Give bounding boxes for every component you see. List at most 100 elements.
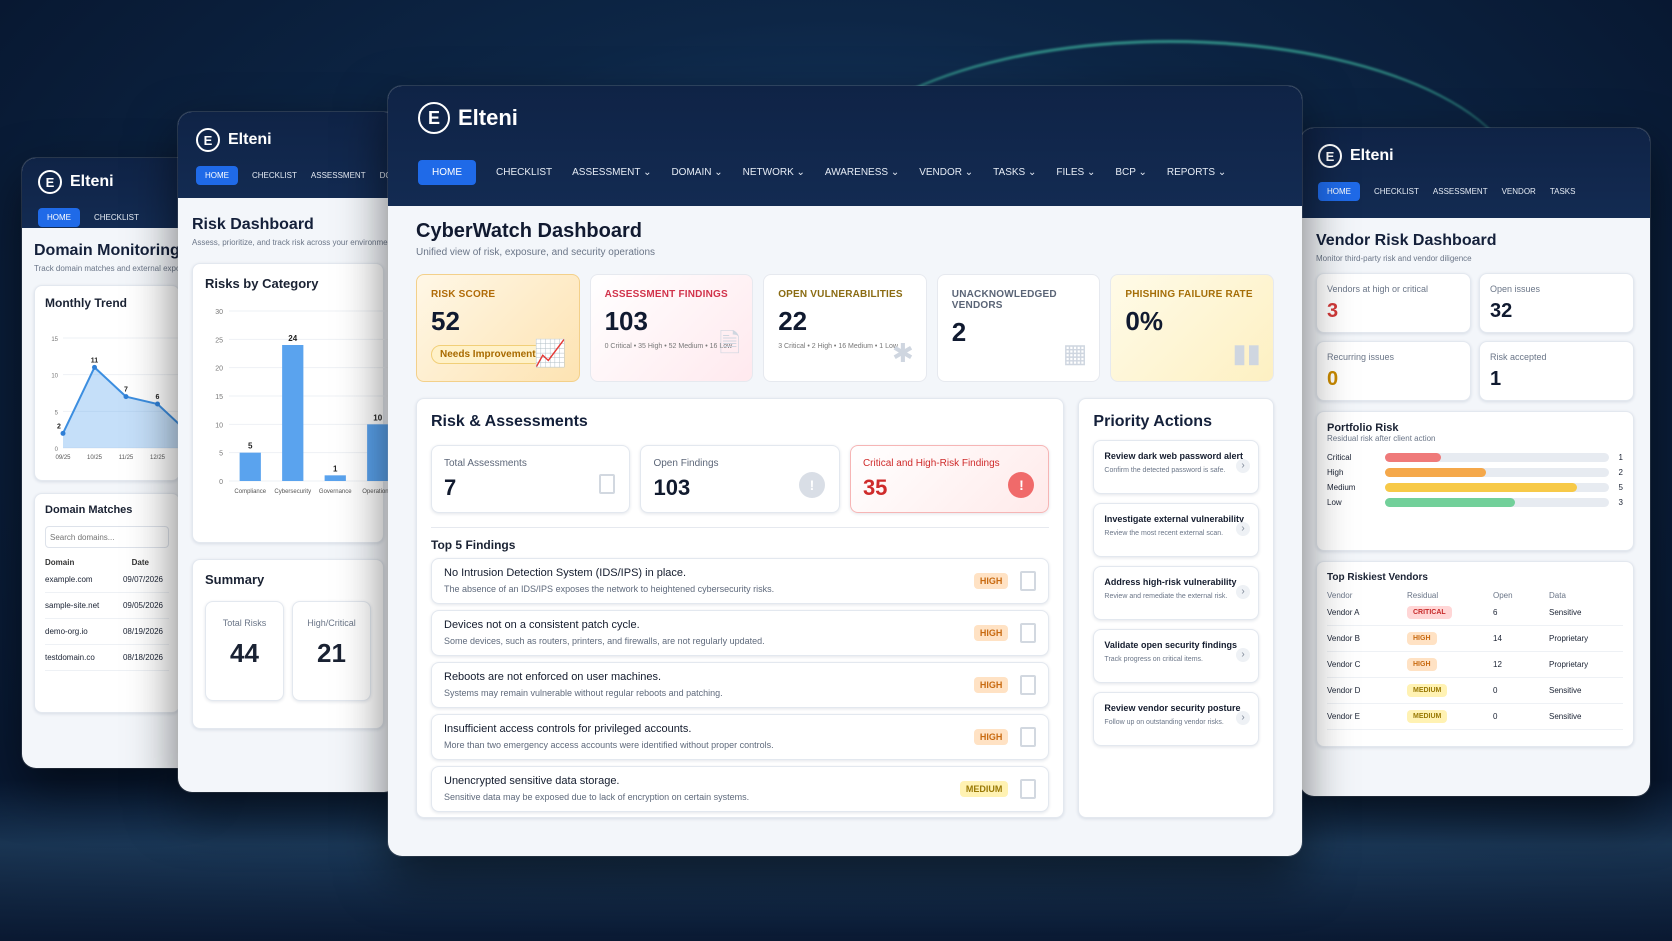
portfolio-value: 2 [1618, 468, 1623, 477]
kpi-assessment-findings[interactable]: ASSESSMENT FINDINGS 103 0 Critical • 35 … [589, 274, 754, 382]
kpi-risk-score[interactable]: RISK SCORE 52 Needs Improvement 📈 [416, 274, 580, 382]
chevron-right-icon[interactable]: › [1236, 585, 1250, 599]
finding-row[interactable]: Insufficient access controls for privile… [431, 714, 1050, 760]
total-assessments-card[interactable]: Total Assessments 7 [431, 445, 631, 513]
vendor-stat-card[interactable]: Vendors at high or critical 3 [1316, 273, 1471, 333]
action-title: Validate open security findings [1104, 640, 1237, 650]
bar-chart-icon: ▮▮ [1232, 338, 1261, 368]
vendor-row[interactable]: Vendor C HIGH 12 Proprietary [1327, 652, 1623, 678]
kpi-unacknowledged-vendors[interactable]: UNACKNOWLEDGED VENDORS 2 ▦ [936, 274, 1101, 382]
col-residual: Residual [1407, 591, 1439, 600]
finding-title: No Intrusion Detection System (IDS/IPS) … [444, 567, 687, 579]
nav-home[interactable]: HOME [1318, 182, 1360, 201]
finding-row[interactable]: Reboots are not enforced on user machine… [431, 662, 1050, 708]
vendor-desc: Monitor third-party risk and vendor dili… [1316, 254, 1472, 263]
nav-bcp[interactable]: BCP ⌄ [1115, 167, 1147, 178]
kpi-open-vulnerabilities[interactable]: OPEN VULNERABILITIES 22 3 Critical • 2 H… [763, 274, 927, 382]
finding-row[interactable]: Unencrypted sensitive data storage. Sensi… [431, 766, 1050, 812]
nav-checklist[interactable]: CHECKLIST [1374, 187, 1419, 196]
nav-assessment[interactable]: ASSESSMENT [311, 171, 366, 180]
risk-desc: Assess, prioritize, and track risk acros… [192, 238, 395, 247]
vendor-row[interactable]: Vendor D MEDIUM 0 Sensitive [1327, 678, 1623, 704]
nav-home[interactable]: HOME [196, 166, 238, 185]
kpi-phishing-failure-rate[interactable]: PHISHING FAILURE RATE 0% ▮▮ [1110, 274, 1274, 382]
nav-assessment[interactable]: ASSESSMENT ⌄ [572, 167, 651, 178]
domain-date: 09/07/2026 [122, 575, 163, 584]
nav-domain[interactable]: DOMAIN ⌄ [671, 167, 722, 178]
trend-point[interactable] [123, 394, 129, 400]
nav-checklist[interactable]: CHECKLIST [252, 171, 297, 180]
vendor-risk-panel: E Elteni HOME CHECKLIST ASSESSMENT VENDOR… [1300, 128, 1650, 796]
domain-search-input[interactable] [45, 526, 169, 548]
risk-title: Risk Dashboard [192, 216, 314, 233]
priority-action-item[interactable]: Address high-risk vulnerability Review an… [1093, 566, 1259, 620]
vendor-row[interactable]: Vendor A CRITICAL 6 Sensitive [1327, 600, 1623, 626]
chevron-right-icon[interactable]: › [1236, 648, 1250, 662]
y-tick-label: 5 [55, 410, 59, 416]
vendor-row[interactable]: Vendor E MEDIUM 0 Sensitive [1327, 704, 1623, 730]
portfolio-row: Critical 1 [1327, 453, 1623, 462]
priority-actions-card: Priority Actions Review dark web passwor… [1078, 398, 1274, 818]
open-findings-card[interactable]: Open Findings 103 ! [640, 445, 840, 513]
col-domain: Domain [45, 558, 75, 567]
priority-action-item[interactable]: Review dark web password alert Confirm th… [1093, 440, 1259, 494]
kpi-value: 0% [1125, 306, 1163, 336]
vendor-stat-card[interactable]: Recurring issues 0 [1316, 341, 1471, 401]
critical-findings-card[interactable]: Critical and High-Risk Findings 35 ! [849, 445, 1050, 513]
logo-icon: E [196, 128, 220, 152]
finding-row[interactable]: Devices not on a consistent patch cycle.… [431, 610, 1050, 656]
nav-tasks[interactable]: TASKS ⌄ [993, 167, 1036, 178]
stat-value: 32 [1490, 300, 1513, 322]
bar-cybersecurity[interactable] [282, 345, 304, 481]
chevron-right-icon[interactable]: › [1236, 459, 1250, 473]
bar-operational[interactable] [367, 424, 389, 481]
portfolio-row: Medium 5 [1327, 483, 1623, 492]
ra-title: Risk & Assessments [431, 413, 588, 430]
vendor-title: Vendor Risk Dashboard [1316, 232, 1497, 249]
vendor-row[interactable]: Vendor B HIGH 14 Proprietary [1327, 626, 1623, 652]
nav-vendor[interactable]: VENDOR [1502, 187, 1536, 196]
trend-point[interactable] [155, 401, 160, 407]
risk-status-badge: Needs Improvement [431, 345, 545, 364]
nav-vendor[interactable]: VENDOR ⌄ [919, 167, 973, 178]
nav-tasks[interactable]: TASKS [1550, 187, 1576, 196]
domain-row[interactable]: demo-org.io 08/19/2026 [45, 619, 169, 645]
y-tick-label: 25 [215, 337, 223, 344]
vendor-stat-card[interactable]: Risk accepted 1 [1479, 341, 1634, 401]
domain-row[interactable]: example.com 09/07/2026 [45, 567, 169, 593]
priority-action-item[interactable]: Review vendor security posture Follow up … [1093, 692, 1259, 746]
trend-point[interactable] [60, 430, 66, 436]
finding-row[interactable]: No Intrusion Detection System (IDS/IPS) … [431, 558, 1050, 604]
nav-network[interactable]: NETWORK ⌄ [743, 167, 805, 178]
vendor-open: 14 [1493, 634, 1502, 643]
portfolio-label: Medium [1327, 483, 1356, 492]
bar-governance[interactable] [324, 475, 346, 481]
domain-matches-card: Domain Matches Domain Date example.com 09/… [34, 493, 180, 713]
chevron-right-icon[interactable]: › [1236, 522, 1250, 536]
nav-checklist[interactable]: CHECKLIST [94, 213, 139, 222]
nav-assessment[interactable]: ASSESSMENT [1433, 187, 1488, 196]
trend-point[interactable] [92, 364, 97, 370]
portfolio-label: Critical [1327, 453, 1352, 462]
priority-action-item[interactable]: Validate open security findings Track pro… [1093, 629, 1259, 683]
severity-badge: HIGH [973, 729, 1009, 745]
brand-logo: E Elteni [196, 128, 380, 152]
domain-row[interactable]: sample-site.net 09/05/2026 [45, 593, 169, 619]
vendor-stat-card[interactable]: Open issues 32 [1479, 273, 1634, 333]
nav-files[interactable]: FILES ⌄ [1056, 167, 1095, 178]
nav-checklist[interactable]: CHECKLIST [496, 167, 552, 178]
x-tick-label: Cybersecurity [274, 489, 311, 495]
bar-compliance[interactable] [239, 452, 261, 481]
nav-home[interactable]: HOME [38, 208, 80, 227]
top-vendors-card: Top Riskiest Vendors Vendor Residual Ope… [1316, 561, 1634, 747]
priority-action-item[interactable]: Investigate external vulnerability Review… [1093, 503, 1259, 557]
chevron-right-icon[interactable]: › [1236, 711, 1250, 725]
nav-awareness[interactable]: AWARENESS ⌄ [825, 167, 899, 178]
nav-home[interactable]: HOME [418, 160, 476, 185]
domain-row[interactable]: testdomain.co 08/18/2026 [45, 645, 169, 671]
nav-reports[interactable]: REPORTS ⌄ [1167, 167, 1226, 178]
trend-data-label: 6 [156, 394, 160, 401]
mini-label: Open Findings [653, 458, 719, 469]
severity-badge: HIGH [973, 573, 1009, 589]
brand-name: Elteni [458, 105, 518, 130]
